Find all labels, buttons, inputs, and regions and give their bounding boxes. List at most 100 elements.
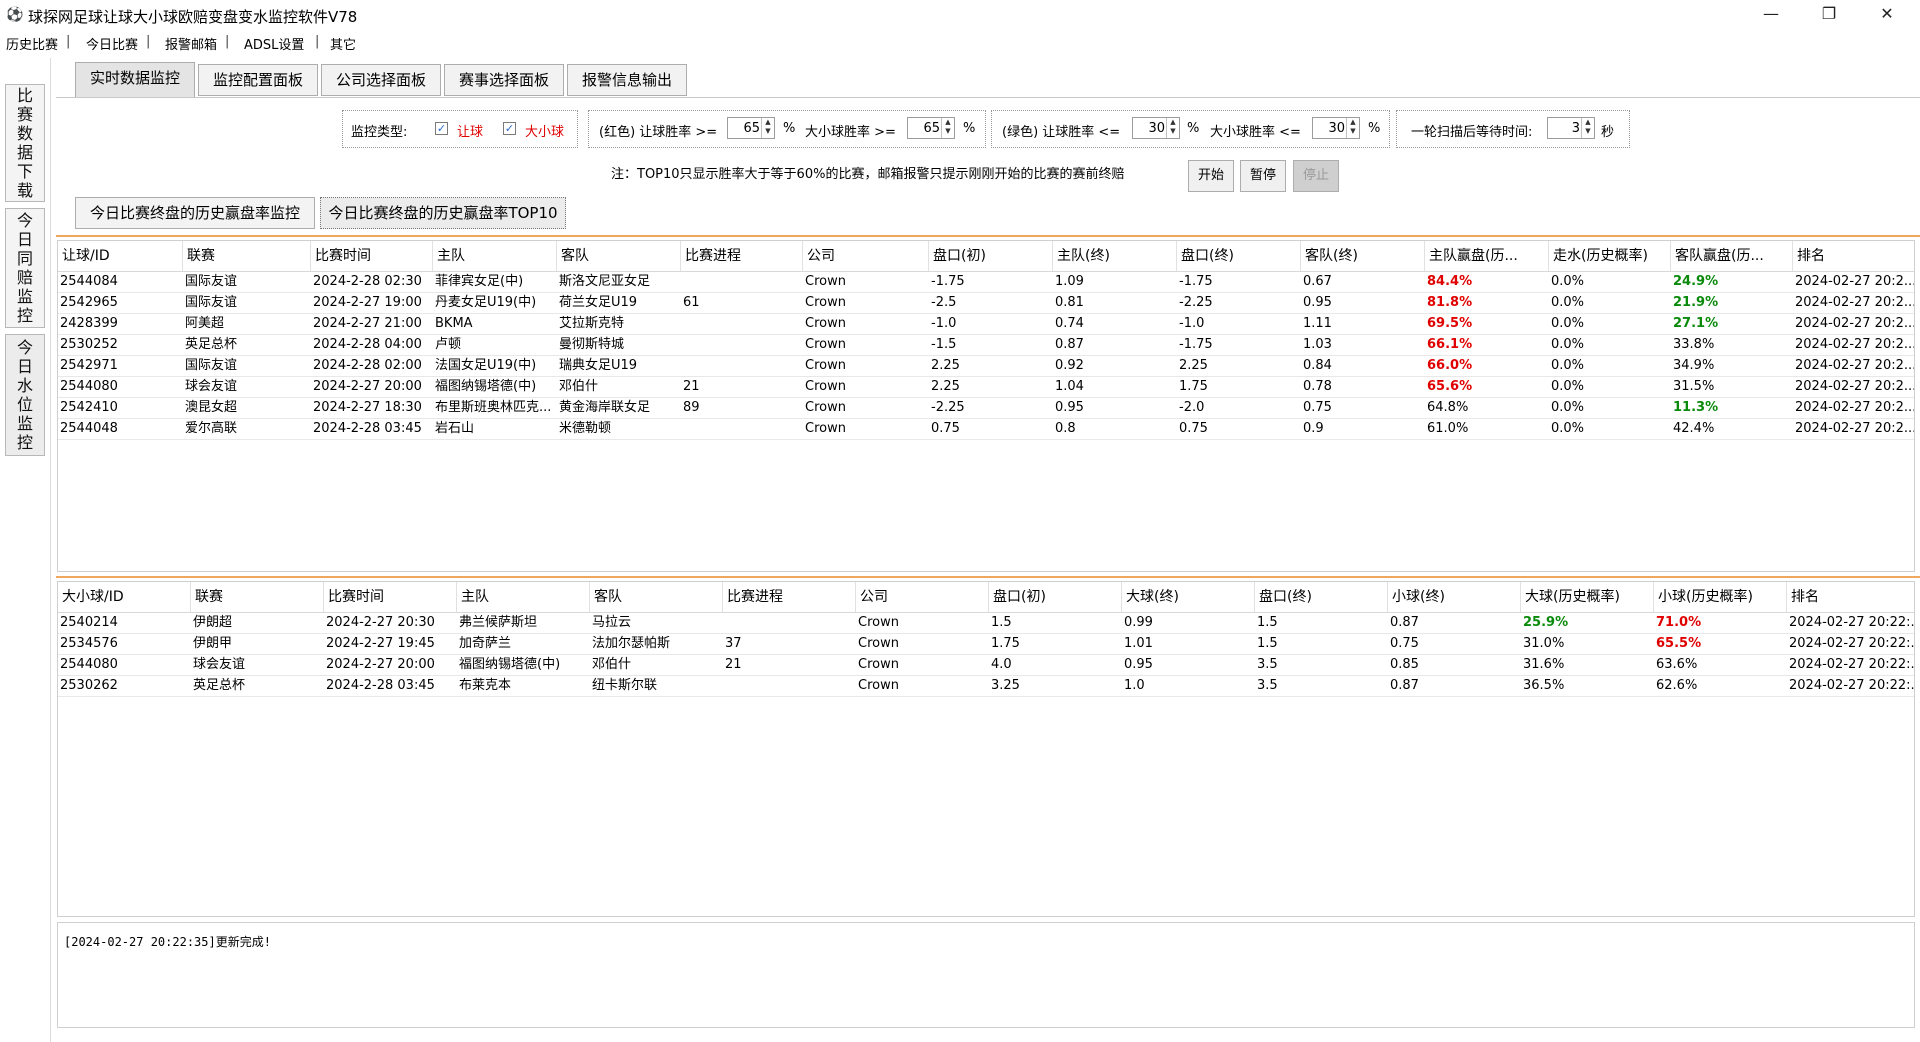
table-row[interactable]: 2542971 国际友谊 2024-2-28 02:00 法国女足U19(中) 瑞典女足… [58, 356, 1914, 377]
column-header[interactable]: 排名 [1787, 582, 1914, 612]
column-header[interactable]: 比赛进程 [723, 582, 856, 612]
tab-alert-output[interactable]: 报警信息输出 [567, 64, 687, 96]
side-tab-odds-monitor[interactable]: 今 日 同 赔 监 控 [5, 208, 45, 328]
table-cell: 0.81 [1055, 295, 1084, 310]
table-cell: 弗兰候萨斯坦 [459, 615, 538, 630]
column-header[interactable]: 公司 [803, 241, 929, 271]
spin-up-icon[interactable]: ▲ [1170, 118, 1175, 126]
column-header[interactable]: 走水(历史概率) [1549, 241, 1671, 271]
subtab-top10[interactable]: 今日比赛终盘的历史赢盘率TOP10 [320, 197, 566, 229]
column-header[interactable]: 比赛进程 [681, 241, 803, 271]
tab-realtime-monitor[interactable]: 实时数据监控 [75, 62, 195, 98]
spinner-arrows[interactable]: ▲ ▼ [1581, 118, 1594, 138]
spinner-arrows[interactable]: ▲ ▼ [761, 118, 774, 138]
red-overunder-spinner[interactable]: 65 ▲ ▼ [907, 117, 955, 139]
subtab-history-monitor[interactable]: 今日比赛终盘的历史赢盘率监控 [75, 197, 315, 229]
restore-button[interactable]: ❐ [1800, 0, 1858, 30]
table-cell: 66.1% [1427, 337, 1473, 352]
spin-up-icon[interactable]: ▲ [765, 118, 770, 126]
column-header[interactable]: 联赛 [191, 582, 324, 612]
column-header[interactable]: 客队 [590, 582, 723, 612]
table-cell: 2540214 [60, 615, 118, 630]
column-header[interactable]: 大球(终) [1122, 582, 1255, 612]
column-header[interactable]: 主队 [457, 582, 590, 612]
wait-time-spinner[interactable]: 3 ▲ ▼ [1547, 117, 1595, 139]
column-header[interactable]: 联赛 [183, 241, 311, 271]
table-row[interactable]: 2542965 国际友谊 2024-2-27 19:00 丹麦女足U19(中) 荷兰女足… [58, 293, 1914, 314]
column-header[interactable]: 盘口(终) [1177, 241, 1301, 271]
column-header[interactable]: 盘口(初) [929, 241, 1053, 271]
table-row[interactable]: 2544084 国际友谊 2024-2-28 02:30 菲律宾女足(中) 斯洛文尼亚女… [58, 272, 1914, 293]
table-cell: 国际友谊 [185, 358, 238, 373]
column-header[interactable]: 比赛时间 [311, 241, 433, 271]
table-cell: 84.4% [1427, 274, 1473, 289]
spin-down-icon[interactable]: ▼ [945, 127, 950, 135]
table-row[interactable]: 2544048 爱尔高联 2024-2-28 03:45 岩石山 米德勒顿 Crown 0.… [58, 419, 1914, 440]
table-cell: 0.75 [1303, 400, 1332, 415]
spinner-arrows[interactable]: ▲ ▼ [1166, 118, 1179, 138]
side-tab-water-monitor[interactable]: 今 日 水 位 监 控 [5, 334, 45, 456]
menu-history-matches[interactable]: 历史比赛 [6, 34, 58, 53]
stop-button[interactable]: 停止 [1293, 160, 1339, 192]
table-row[interactable]: 2542410 澳昆女超 2024-2-27 18:30 布里斯班奥林匹克... 黄金海… [58, 398, 1914, 419]
table-cell: 法加尔瑟帕斯 [592, 636, 671, 651]
column-header[interactable]: 比赛时间 [324, 582, 457, 612]
column-header[interactable]: 盘口(终) [1255, 582, 1388, 612]
table-cell: 0.85 [1390, 657, 1419, 672]
menu-other[interactable]: 其它 [330, 34, 356, 53]
side-tab-data-download[interactable]: 比 赛 数 据 下 载 [5, 84, 45, 202]
spin-down-icon[interactable]: ▼ [1350, 127, 1355, 135]
table-row[interactable]: 2530262 英足总杯 2024-2-28 03:45 布莱克本 纽卡斯尔联 Crown… [58, 676, 1914, 697]
green-handicap-spinner[interactable]: 30 ▲ ▼ [1132, 117, 1180, 139]
column-header[interactable]: 主队(终) [1053, 241, 1177, 271]
table-row[interactable]: 2540214 伊朗超 2024-2-27 20:30 弗兰候萨斯坦 马拉云 Crown 1… [58, 613, 1914, 634]
spin-up-icon[interactable]: ▲ [945, 118, 950, 126]
table-row[interactable]: 2428399 阿美超 2024-2-27 21:00 BKMA 艾拉斯克特 Crown -… [58, 314, 1914, 335]
start-button[interactable]: 开始 [1188, 160, 1234, 192]
log-output[interactable]: [2024-02-27 20:22:35]更新完成! [57, 922, 1915, 1028]
spin-up-icon[interactable]: ▲ [1585, 118, 1590, 126]
green-overunder-spinner[interactable]: 30 ▲ ▼ [1312, 117, 1360, 139]
table-row[interactable]: 2544080 球会友谊 2024-2-27 20:00 福图纳锡塔德(中) 邓伯什 21… [58, 377, 1914, 398]
spinner-arrows[interactable]: ▲ ▼ [941, 118, 954, 138]
tab-match-select[interactable]: 赛事选择面板 [444, 64, 564, 96]
column-header[interactable]: 主队赢盘(历... [1425, 241, 1549, 271]
column-header[interactable]: 排名 [1793, 241, 1914, 271]
pause-button[interactable]: 暂停 [1240, 160, 1286, 192]
column-header[interactable]: 小球(历史概率) [1654, 582, 1787, 612]
spin-down-icon[interactable]: ▼ [765, 127, 770, 135]
column-header[interactable]: 公司 [856, 582, 989, 612]
tab-monitor-config[interactable]: 监控配置面板 [198, 64, 318, 96]
spin-down-icon[interactable]: ▼ [1170, 127, 1175, 135]
menu-adsl-settings[interactable]: ADSL设置 [244, 34, 304, 53]
menu-alert-email[interactable]: 报警邮箱 [165, 34, 217, 53]
column-header[interactable]: 大球(历史概率) [1521, 582, 1654, 612]
column-header[interactable]: 盘口(初) [989, 582, 1122, 612]
table-cell: 0.0% [1551, 379, 1585, 394]
column-header[interactable]: 客队 [557, 241, 681, 271]
column-header[interactable]: 小球(终) [1388, 582, 1521, 612]
menu-separator: | [315, 34, 320, 49]
handicap-checkbox[interactable]: ✓ [435, 122, 448, 135]
overunder-checkbox[interactable]: ✓ [503, 122, 516, 135]
tab-company-select[interactable]: 公司选择面板 [321, 64, 441, 96]
column-header[interactable]: 客队(终) [1301, 241, 1425, 271]
table-row[interactable]: 2544080 球会友谊 2024-2-27 20:00 福图纳锡塔德(中) 邓伯什 21… [58, 655, 1914, 676]
column-header[interactable]: 大小球/ID [58, 582, 191, 612]
minimize-button[interactable]: — [1742, 0, 1800, 30]
table-row[interactable]: 2534576 伊朗甲 2024-2-27 19:45 加奇萨兰 法加尔瑟帕斯 37 Cro… [58, 634, 1914, 655]
spin-up-icon[interactable]: ▲ [1350, 118, 1355, 126]
column-header[interactable]: 客队赢盘(历... [1671, 241, 1793, 271]
red-handicap-spinner[interactable]: 65 ▲ ▼ [727, 117, 775, 139]
column-header[interactable]: 主队 [433, 241, 557, 271]
table-row[interactable]: 2530252 英足总杯 2024-2-28 04:00 卢顿 曼彻斯特城 Crown -1… [58, 335, 1914, 356]
close-button[interactable]: ✕ [1858, 0, 1916, 30]
column-header[interactable]: 让球/ID [58, 241, 183, 271]
spin-down-icon[interactable]: ▼ [1585, 127, 1590, 135]
table-cell [681, 272, 803, 292]
table-cell: 2024-2-27 20:00 [313, 379, 422, 394]
spinner-arrows[interactable]: ▲ ▼ [1346, 118, 1359, 138]
menu-today-matches[interactable]: 今日比赛 [86, 34, 138, 53]
table-cell: 阿美超 [185, 316, 225, 331]
table-cell: 丹麦女足U19(中) [435, 295, 537, 310]
